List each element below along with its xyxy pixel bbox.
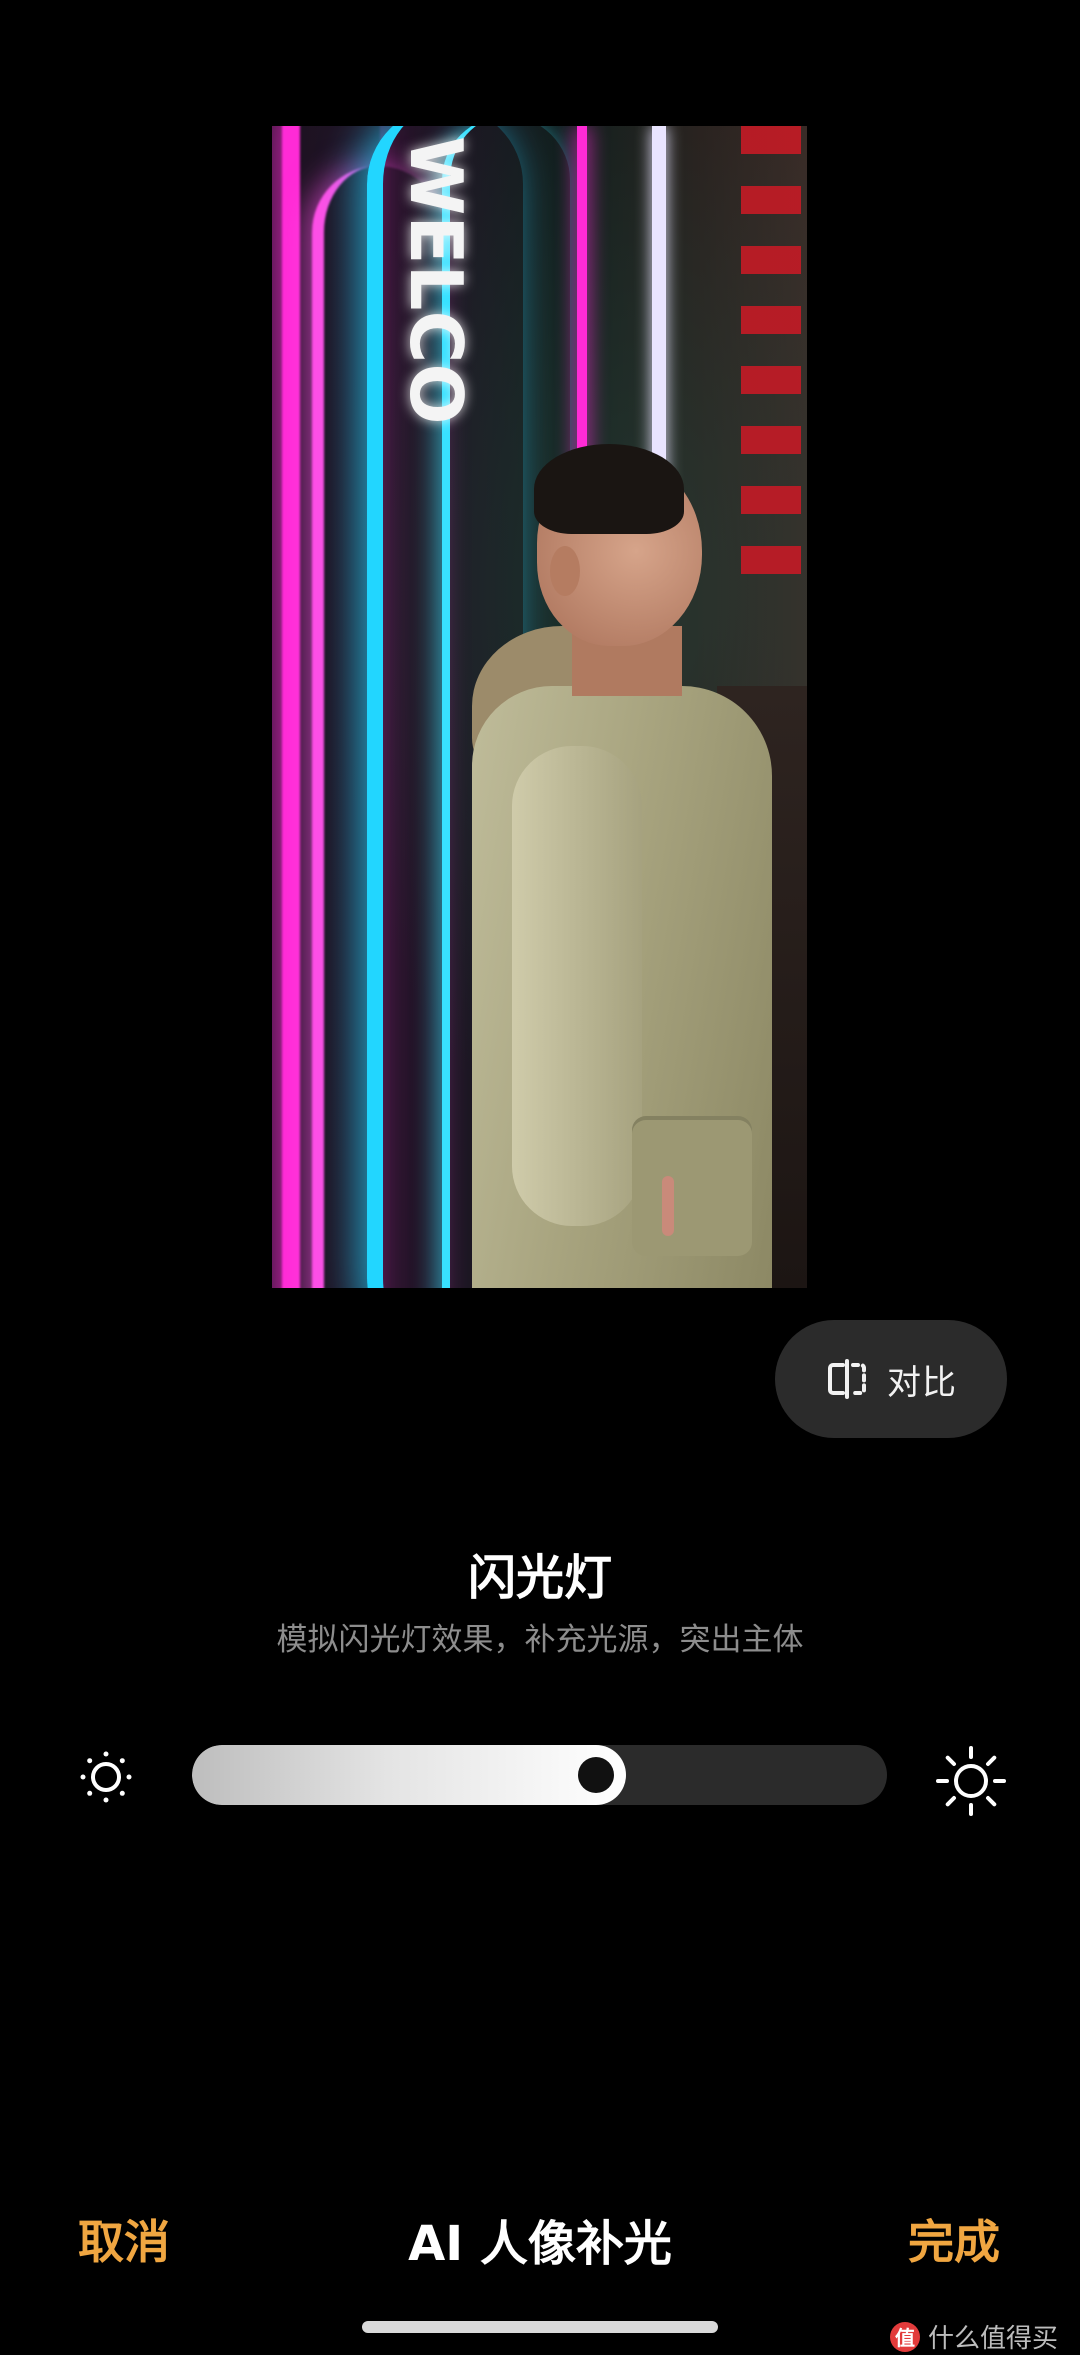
hanging-flags xyxy=(741,126,801,586)
watermark-text: 什么值得买 xyxy=(927,2324,1058,2354)
brightness-low-icon xyxy=(78,1749,134,1805)
intensity-slider-row xyxy=(0,1745,1080,1816)
person-hair xyxy=(534,444,684,534)
done-button[interactable]: 完成 xyxy=(908,2206,1000,2272)
person-arm xyxy=(512,746,642,1226)
brightness-high-icon xyxy=(935,1745,1007,1817)
neon-sign-text: WELCO xyxy=(394,136,478,425)
home-indicator[interactable] xyxy=(362,2321,718,2333)
jacket-pocket xyxy=(632,1116,752,1256)
photo-preview: WELCO xyxy=(272,126,807,1288)
compare-icon xyxy=(825,1359,869,1399)
person-ear xyxy=(550,546,580,596)
feature-title: 闪光灯 xyxy=(467,1550,612,1606)
slider-fill xyxy=(192,1745,626,1805)
watermark-badge: 值 xyxy=(889,2321,920,2352)
intensity-slider[interactable] xyxy=(192,1745,887,1805)
compare-button[interactable]: 对比 xyxy=(775,1320,1007,1438)
watermark: 值 什么值得买 xyxy=(889,2318,1058,2355)
compare-label: 对比 xyxy=(887,1362,957,1403)
slider-thumb[interactable] xyxy=(578,1757,614,1793)
feature-subtitle: 模拟闪光灯效果，补充光源，突出主体 xyxy=(276,1622,804,1658)
zip-pull xyxy=(662,1176,674,1236)
